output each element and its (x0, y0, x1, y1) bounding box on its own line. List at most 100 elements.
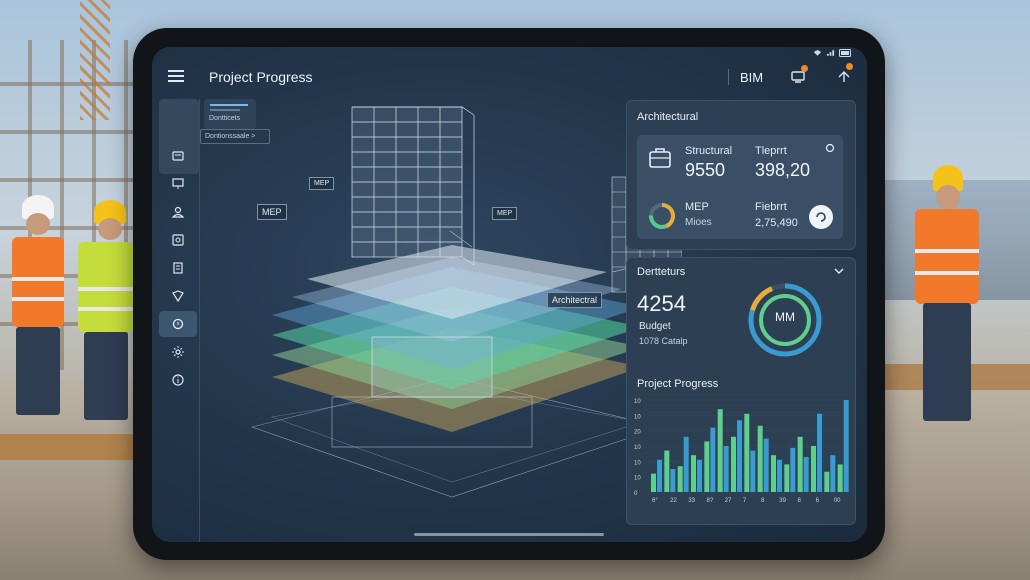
structural-summary[interactable]: Structural 9550 Tleprrt 398,20 MEP Mioes… (637, 135, 843, 239)
chart-bar[interactable] (723, 446, 729, 492)
tleprt-label: Tleprrt (755, 145, 787, 157)
tablet-screen: Project Progress BIM Dontticets Dontions… (152, 47, 867, 542)
chart-bar[interactable] (750, 450, 756, 492)
notification-badge (801, 65, 808, 72)
home-indicator (414, 533, 604, 536)
top-bar: Project Progress BIM (152, 47, 867, 99)
sync-badge (846, 63, 853, 70)
mep-label: MEP (685, 201, 709, 213)
mep-sublabel: Mioes (685, 217, 712, 228)
sidebar-item-shield[interactable] (159, 283, 197, 309)
sidebar-item-settings[interactable] (159, 339, 197, 365)
notifications-icon[interactable] (790, 65, 808, 84)
chevron-down-icon[interactable] (833, 266, 845, 276)
chart-bar[interactable] (824, 471, 830, 492)
budget-sublabel: 1078 Catalp (639, 336, 688, 346)
y-tick-label: 10 (634, 445, 641, 451)
sidebar-item-user[interactable] (159, 199, 197, 225)
chart-bar[interactable] (710, 427, 716, 492)
x-tick-label: 22 (670, 498, 677, 504)
layers-active-icon (172, 318, 184, 330)
y-tick-label: 10 (634, 476, 641, 482)
chart-bar[interactable] (737, 420, 742, 492)
user-icon (171, 206, 185, 218)
chart-bar[interactable] (731, 436, 736, 492)
chart-bar[interactable] (771, 455, 776, 492)
hamburger-menu-icon[interactable] (168, 70, 184, 82)
chart-bar[interactable] (744, 413, 750, 492)
x-tick-label: 7 (743, 498, 747, 504)
fieprt-label: Fiebrrt (755, 201, 787, 213)
chart-bar[interactable] (691, 455, 696, 492)
x-tick-label: 8 (761, 498, 765, 504)
sidebar-item-monitor[interactable] (159, 171, 197, 197)
details-card-title: Dertteturs (637, 266, 686, 278)
architectural-card: Architectural Structural 9550 Tleprrt 39… (626, 100, 856, 250)
chart-bar[interactable] (670, 469, 676, 492)
chart-bar[interactable] (717, 409, 723, 492)
chart-bar[interactable] (790, 447, 796, 492)
chart-bar[interactable] (803, 457, 809, 492)
x-tick-label: 6 (816, 498, 820, 504)
x-tick-label: 39 (779, 498, 786, 504)
structural-value: 9550 (685, 160, 726, 180)
briefcase-icon (649, 148, 671, 168)
chart-bar[interactable] (811, 446, 816, 492)
refresh-icon (816, 212, 826, 222)
chart-bar[interactable] (830, 455, 836, 492)
chart-bar[interactable] (651, 473, 656, 492)
sync-icon[interactable] (836, 63, 853, 84)
mep-progress-ring (649, 203, 675, 229)
chart-bar[interactable] (683, 436, 689, 492)
x-tick-label: 27 (725, 498, 732, 504)
y-tick-label: 10 (634, 414, 641, 420)
chart-bar[interactable] (837, 464, 843, 492)
chart-bar[interactable] (843, 400, 849, 492)
structural-label: Structural (685, 145, 733, 157)
x-tick-label: 8 (797, 498, 801, 504)
worker-right (905, 165, 990, 425)
sidebar-item-info[interactable] (159, 367, 197, 393)
chart-bar[interactable] (763, 438, 769, 492)
progress-bar-chart[interactable]: 10 10 20 10 10 10 0 6° 22 33 8? 27 7 8 39 8 6 00 (630, 392, 860, 512)
settings-icon (172, 346, 184, 358)
chart-bar[interactable] (664, 450, 670, 492)
chart-bar[interactable] (784, 464, 790, 492)
chart-bar[interactable] (657, 459, 662, 492)
chart-bar[interactable] (757, 425, 763, 492)
callout-mep[interactable]: MEP (309, 177, 335, 190)
callout-architectural[interactable]: Architectral (547, 292, 603, 308)
worker-left-yellow (74, 200, 134, 420)
x-tick-label: 8? (707, 498, 714, 504)
budget-label: Budget (639, 321, 671, 332)
architectural-card-title: Architectural (637, 111, 699, 123)
chart-bar[interactable] (704, 441, 710, 492)
sidebar (152, 99, 200, 542)
bim-mode-button[interactable]: BIM (740, 70, 763, 85)
chart-title: Project Progress (637, 378, 719, 390)
radio-indicator[interactable] (825, 143, 835, 153)
sidebar-item-active[interactable] (159, 311, 197, 337)
sidebar-item-document[interactable] (159, 255, 197, 281)
callout-mep[interactable]: MEP (492, 207, 518, 220)
x-tick-label: 6° (652, 498, 658, 504)
divider (728, 69, 729, 85)
y-tick-label: 10 (634, 460, 641, 466)
chart-bar[interactable] (817, 413, 822, 492)
y-tick-label: 10 (634, 399, 641, 405)
refresh-button[interactable] (809, 205, 833, 229)
crane (80, 0, 110, 120)
y-tick-label: 0 (634, 491, 638, 497)
bim-3d-model[interactable] (212, 97, 682, 527)
sidebar-item-layers[interactable] (159, 143, 197, 169)
chart-bar[interactable] (697, 459, 702, 492)
chart-bar[interactable] (797, 436, 803, 492)
fieprt-value: 2,75,490 (755, 217, 798, 229)
image-icon (172, 234, 184, 246)
document-icon (173, 262, 183, 274)
chart-bar[interactable] (677, 466, 683, 492)
chart-bar[interactable] (777, 459, 782, 492)
info-icon (172, 374, 184, 386)
callout-mep[interactable]: MEP (257, 204, 287, 220)
sidebar-item-image[interactable] (159, 227, 197, 253)
